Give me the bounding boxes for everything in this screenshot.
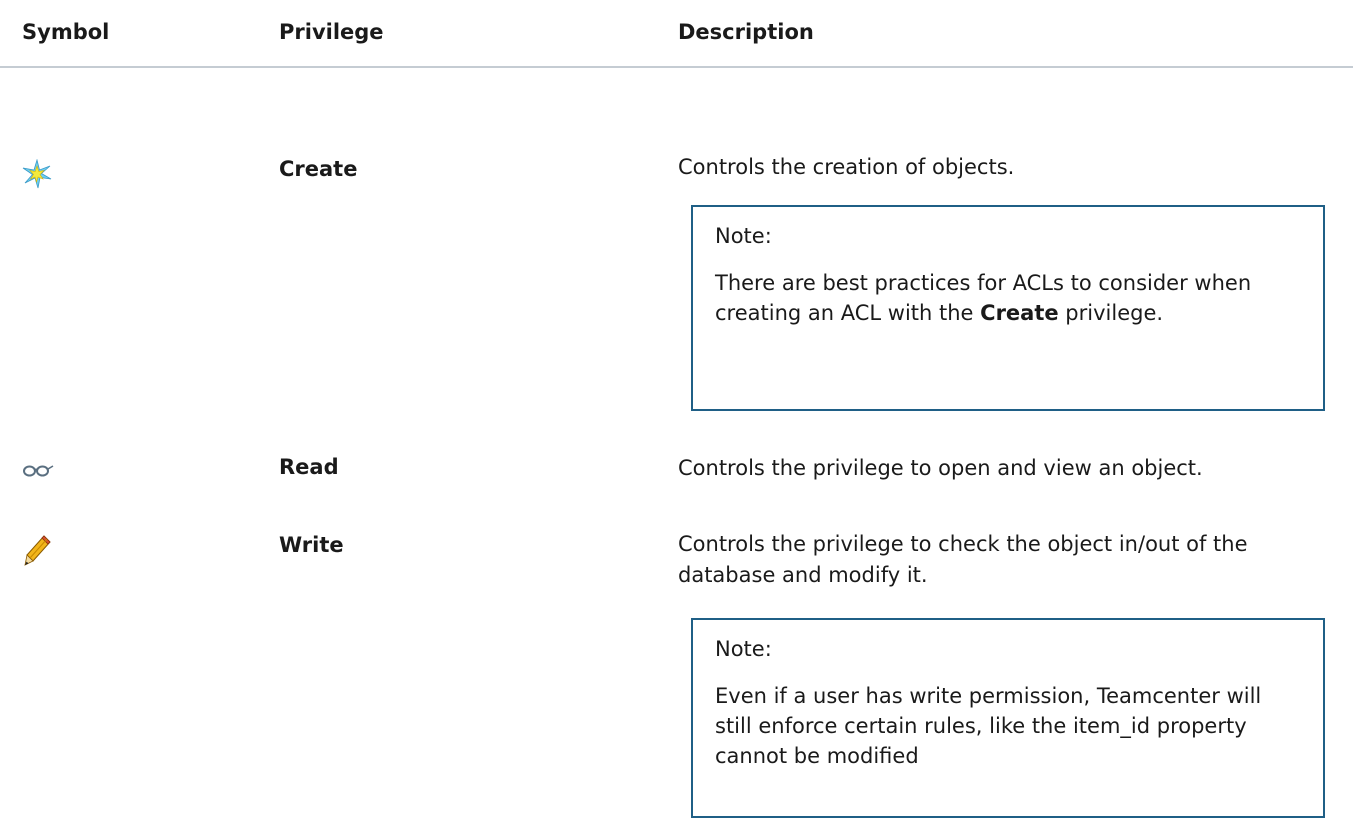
table-header-row: Symbol Privilege Description	[0, 0, 1353, 68]
note-create: Note: There are best practices for ACLs …	[691, 205, 1325, 411]
note-title: Note:	[715, 224, 772, 248]
privilege-read: Read	[279, 455, 339, 479]
description-read: Controls the privilege to open and view …	[678, 453, 1338, 484]
create-star-icon	[22, 158, 52, 193]
note-text-after: privilege.	[1058, 301, 1164, 325]
header-description: Description	[678, 20, 814, 44]
description-create-text: Controls the creation of objects.	[678, 155, 1015, 179]
read-glasses-icon	[22, 460, 54, 484]
description-write: Controls the privilege to check the obje…	[678, 529, 1338, 591]
note-write: Note: Even if a user has write permissio…	[691, 618, 1325, 818]
note-title: Note:	[715, 637, 772, 661]
note-bold-create: Create	[980, 301, 1059, 325]
description-read-text: Controls the privilege to open and view …	[678, 456, 1203, 480]
description-write-text: Controls the privilege to check the obje…	[678, 532, 1248, 587]
note-body-write: Even if a user has write permission, Tea…	[715, 684, 1262, 768]
header-privilege: Privilege	[279, 20, 384, 44]
note-body-create: There are best practices for ACLs to con…	[715, 268, 1301, 328]
privilege-write: Write	[279, 533, 344, 557]
write-pencil-icon	[22, 534, 52, 572]
privilege-table: Symbol Privilege Description Create Cont…	[0, 0, 1353, 818]
description-create: Controls the creation of objects.	[678, 152, 1338, 183]
privilege-create: Create	[279, 157, 358, 181]
header-symbol: Symbol	[22, 20, 110, 44]
